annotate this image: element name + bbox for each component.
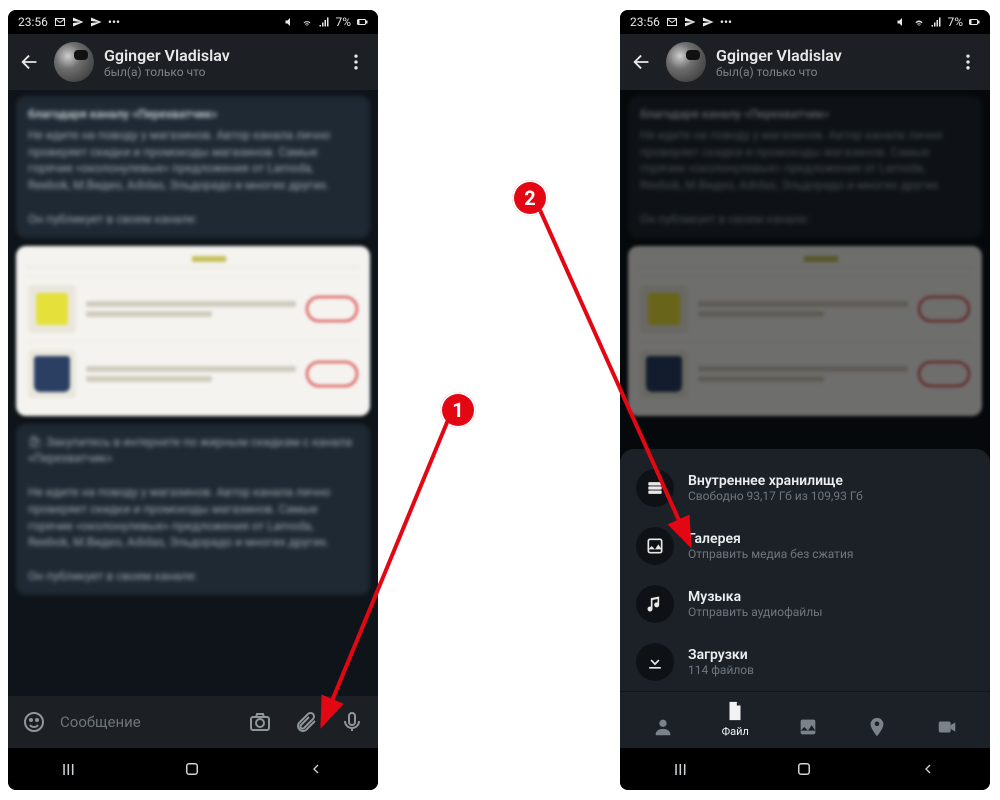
battery-icon [356,16,368,28]
recent-apps-button[interactable]: III [674,760,687,779]
download-icon [636,643,674,681]
mic-button[interactable] [332,702,372,742]
mute-icon [896,16,908,28]
paper-plane-icon [90,16,102,28]
attach-title: Галерея [688,531,853,547]
annotation-marker-1: 1 [440,392,476,428]
storage-icon [636,469,674,507]
more-button[interactable] [954,52,982,72]
phone-screenshot-left: 23:56 ••• 7% Gginger Vladislav был(а) то… [8,10,378,790]
category-contact[interactable] [652,716,674,738]
status-bar: 23:56 ••• 7% [8,10,378,34]
android-back-button[interactable] [308,761,324,777]
paper-plane-icon [72,16,84,28]
mail-icon [54,16,66,28]
paper-plane-icon [702,16,714,28]
status-bar: 23:56 ••• 7% [620,10,990,34]
chat-title-block[interactable]: Gginger Vladislav был(а) только что [104,46,332,79]
back-button[interactable] [16,51,44,73]
link-preview [16,246,370,416]
status-more: ••• [108,15,120,29]
home-button[interactable] [183,760,201,778]
message-bubble: 🛍 Закупитесь в интернете по жирным скидк… [16,424,370,595]
category-location[interactable] [866,716,888,738]
attach-title: Внутреннее хранилище [688,473,863,489]
attachment-sheet: Внутреннее хранилище Свободно 93,17 Гб и… [620,449,990,748]
messages-area[interactable]: благодаря каналу «Перехватчик» Не идите … [8,90,378,696]
home-button[interactable] [795,760,813,778]
battery-icon [968,16,980,28]
message-input[interactable]: Сообщение [60,713,234,731]
mute-icon [284,16,296,28]
category-gallery[interactable] [797,716,819,738]
category-file[interactable]: Файл [722,700,749,738]
music-icon [636,585,674,623]
status-more: ••• [720,15,732,29]
avatar[interactable] [666,42,706,82]
attach-item-storage[interactable]: Внутреннее хранилище Свободно 93,17 Гб и… [620,459,990,517]
chat-last-seen: был(а) только что [716,65,944,79]
signal-icon [318,16,330,28]
attach-button[interactable] [286,702,326,742]
chat-header: Gginger Vladislav был(а) только что [620,34,990,90]
more-button[interactable] [342,52,370,72]
signal-icon [930,16,942,28]
status-time: 23:56 [630,15,660,29]
avatar[interactable] [54,42,94,82]
android-nav-bar: III [620,748,990,790]
attach-title: Загрузки [688,647,754,663]
paper-plane-icon [684,16,696,28]
message-bubble: благодаря каналу «Перехватчик» Не идите … [16,96,370,238]
annotation-marker-2: 2 [512,180,548,216]
emoji-button[interactable] [14,702,54,742]
attach-subtitle: 114 файлов [688,663,754,677]
phone-screenshot-right: 23:56 ••• 7% Gginger Vladislav был(а) то… [620,10,990,790]
wifi-icon [301,16,313,28]
camera-button[interactable] [240,702,280,742]
attach-item-gallery[interactable]: Галерея Отправить медиа без сжатия [620,517,990,575]
wifi-icon [913,16,925,28]
chat-name: Gginger Vladislav [104,46,332,65]
attach-item-music[interactable]: Музыка Отправить аудиофайлы [620,575,990,633]
android-back-button[interactable] [920,761,936,777]
attach-category-bar: Файл [620,691,990,744]
status-battery: 7% [947,15,963,29]
android-nav-bar: III [8,748,378,790]
attach-subtitle: Свободно 93,17 Гб из 109,93 Гб [688,489,863,503]
status-time: 23:56 [18,15,48,29]
gallery-icon [636,527,674,565]
chat-title-block[interactable]: Gginger Vladislav был(а) только что [716,46,944,79]
chat-name: Gginger Vladislav [716,46,944,65]
attach-item-downloads[interactable]: Загрузки 114 файлов [620,633,990,691]
category-video-message[interactable] [936,716,958,738]
mail-icon [666,16,678,28]
attach-subtitle: Отправить аудиофайлы [688,605,822,619]
chat-last-seen: был(а) только что [104,65,332,79]
input-bar: Сообщение [8,696,378,748]
category-file-label: Файл [722,725,749,738]
status-battery: 7% [335,15,351,29]
attach-title: Музыка [688,589,822,605]
back-button[interactable] [628,51,656,73]
chat-header: Gginger Vladislav был(а) только что [8,34,378,90]
recent-apps-button[interactable]: III [62,760,75,779]
attach-subtitle: Отправить медиа без сжатия [688,547,853,561]
